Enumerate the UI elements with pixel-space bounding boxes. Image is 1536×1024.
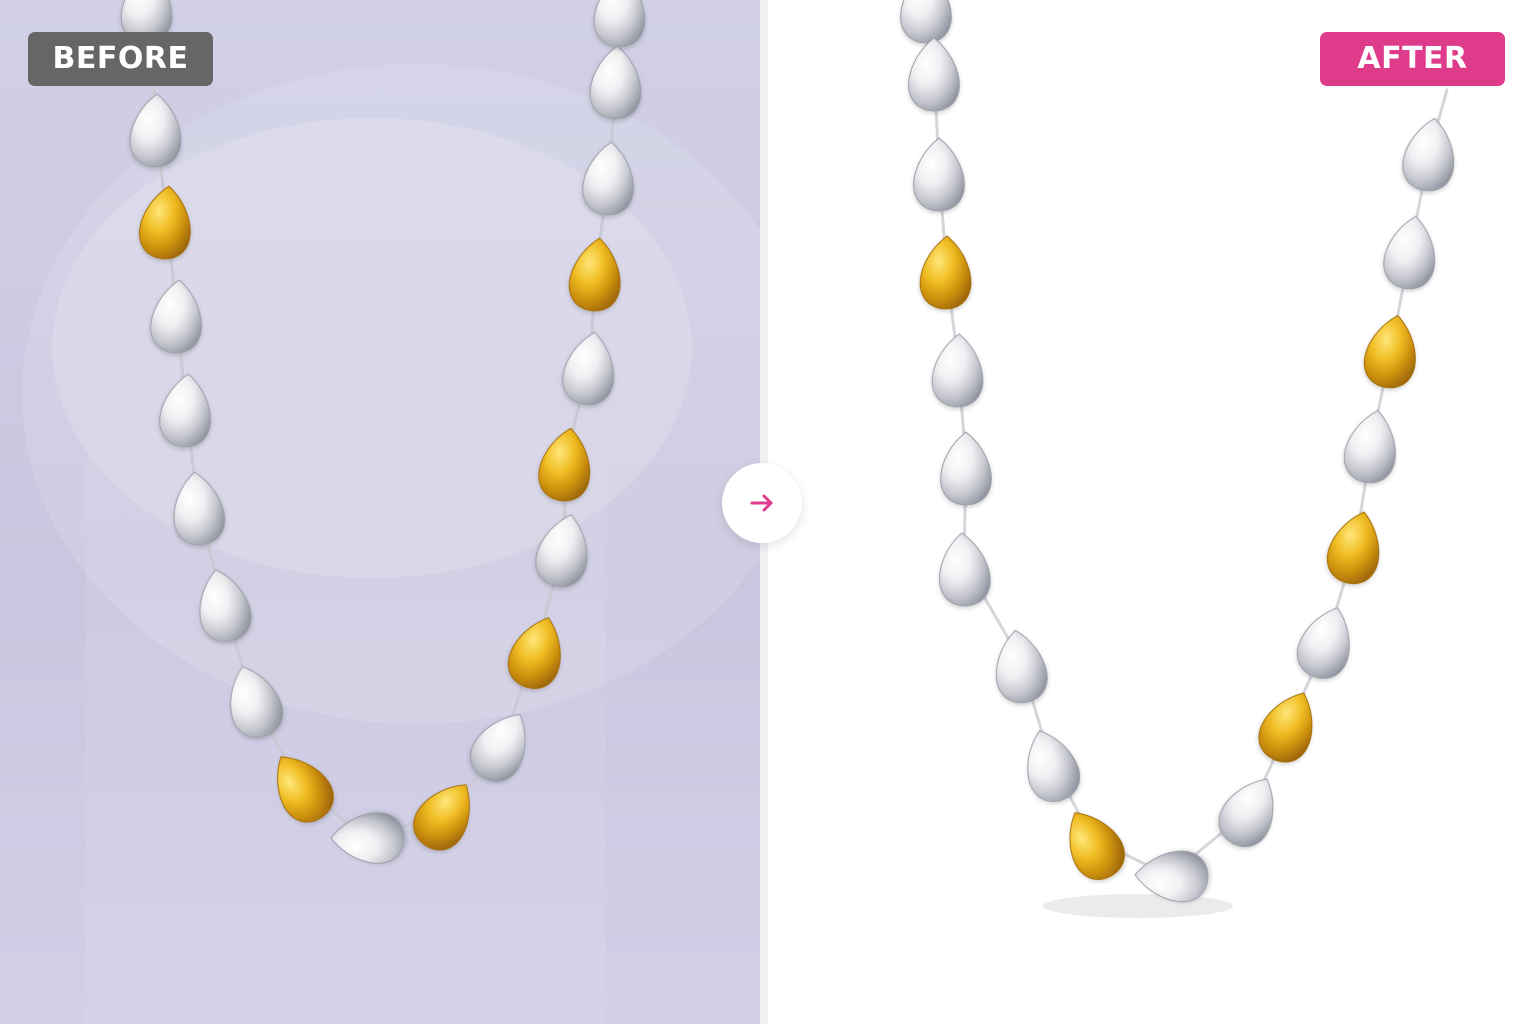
- after-bead-silver: [908, 37, 960, 112]
- before-bead-gold: [139, 185, 191, 260]
- after-bead-silver: [1027, 730, 1081, 802]
- after-bead-silver: [1383, 215, 1436, 290]
- after-bead-silver: [913, 137, 965, 212]
- before-bead-silver: [199, 569, 252, 643]
- before-bead-gold: [413, 784, 470, 851]
- before-bead-silver: [562, 331, 615, 406]
- after-bead-silver: [1343, 409, 1396, 484]
- after-bead-gold: [1258, 692, 1313, 763]
- arrow-right-icon: [750, 494, 773, 512]
- before-bead-gold: [568, 237, 621, 312]
- before-bead-silver: [593, 0, 646, 48]
- before-bead-silver: [470, 714, 526, 782]
- compare-arrow-button[interactable]: [722, 463, 802, 543]
- before-bead-gold: [538, 427, 591, 502]
- after-bead-silver: [995, 629, 1048, 704]
- after-bead-gold: [1069, 812, 1125, 880]
- after-bead-gold: [1363, 314, 1416, 389]
- after-bead-silver: [900, 0, 952, 44]
- after-necklace-shadow: [1043, 894, 1233, 918]
- after-badge: AFTER: [1320, 32, 1505, 86]
- after-bead-gold: [1326, 511, 1380, 585]
- before-bead-silver: [129, 93, 182, 168]
- after-bead-silver: [940, 431, 992, 506]
- before-bead-silver: [150, 279, 202, 354]
- before-bead-gold: [277, 756, 334, 823]
- after-bead-silver: [931, 333, 984, 408]
- before-necklace: [120, 0, 646, 864]
- before-bead-silver: [535, 514, 588, 588]
- after-bead-silver: [939, 532, 991, 607]
- before-bead-silver: [230, 666, 284, 738]
- before-bead-silver: [173, 471, 226, 546]
- after-bead-silver: [1402, 117, 1455, 192]
- before-bead-gold: [507, 617, 561, 689]
- before-bead-silver: [582, 141, 634, 216]
- before-bead-silver: [589, 45, 642, 120]
- before-bead-silver: [159, 373, 211, 448]
- after-bead-silver: [1296, 607, 1350, 679]
- before-badge: BEFORE: [28, 32, 213, 86]
- after-necklace: [900, 0, 1455, 903]
- after-bead-gold: [919, 235, 972, 310]
- after-bead-silver: [1218, 778, 1274, 848]
- before-chain: [148, 0, 622, 840]
